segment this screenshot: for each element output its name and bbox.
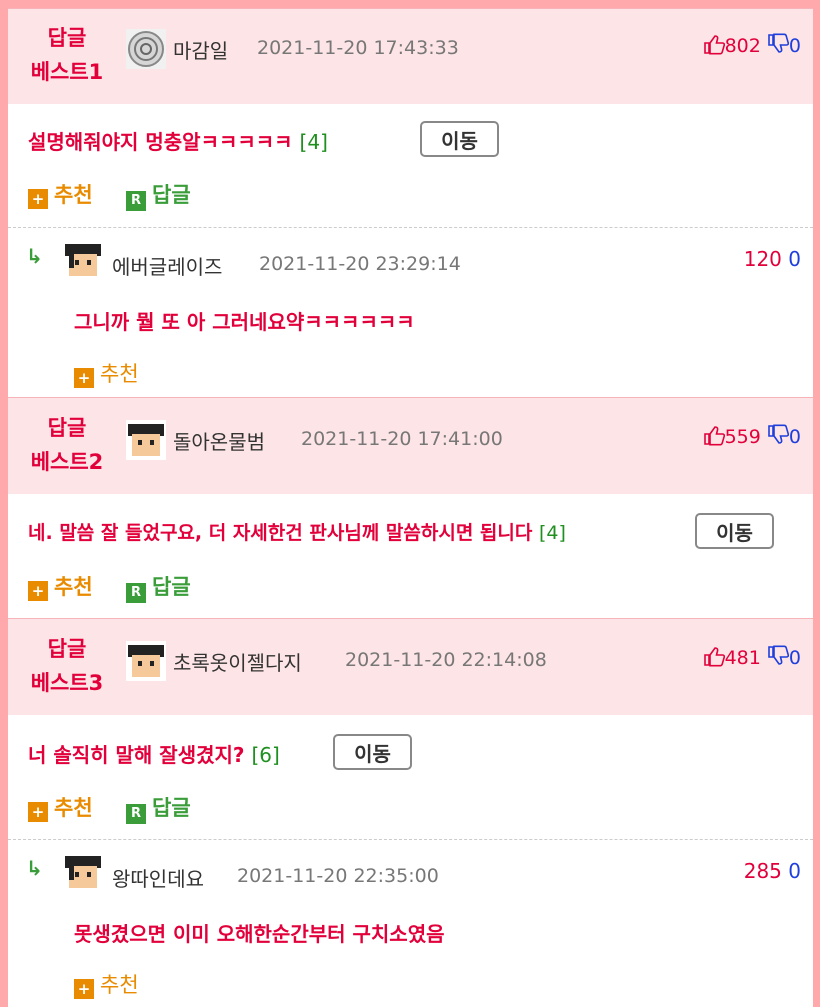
thumb-up-icon[interactable] [703, 645, 725, 667]
divider [8, 839, 813, 840]
thumb-down-icon[interactable] [767, 33, 789, 55]
best3-header: 답글 베스트3 초록옷이젤다지 2021-11-20 22:14:08 481 … [8, 618, 813, 715]
best2-comment: 네. 말씀 잘 들었구요, 더 자세한건 판사님께 말씀하시면 됩니다 [4] [28, 518, 566, 545]
best1-reply-count[interactable]: [4] [300, 130, 328, 154]
pixel-avatar[interactable] [126, 420, 166, 460]
best3-label-line2: 베스트3 [30, 671, 104, 695]
best1-comment: 설명해줘야지 멍충알ㅋㅋㅋㅋㅋ [4] [28, 126, 328, 155]
thumb-down-icon[interactable] [767, 645, 789, 667]
best2-up-count: 559 [724, 426, 761, 448]
reply-badge-icon: R [126, 191, 146, 211]
best3-reply-button[interactable]: R 답글 [126, 792, 191, 824]
best1-label-line1: 답글 [47, 26, 87, 50]
best2-label-line1: 답글 [47, 416, 87, 440]
reply-arrow-icon: ↳ [26, 856, 43, 880]
best3-label-line1: 답글 [47, 637, 87, 661]
best2-recommend-label: 추천 [54, 575, 93, 599]
best3-nickname[interactable]: 초록옷이젤다지 [173, 647, 302, 676]
thumb-down-icon[interactable] [767, 424, 789, 446]
best3-move-button[interactable]: 이동 [333, 734, 412, 770]
plus-square-icon: + [28, 581, 48, 601]
pixel-avatar[interactable] [63, 240, 103, 280]
best1-reply-votes: 120 0 [744, 247, 801, 271]
best1-reply-date: 2021-11-20 23:29:14 [259, 253, 461, 275]
best1-reply-text: 그니까 뭘 또 아 그러네요약ㅋㅋㅋㅋㅋㅋ [74, 310, 415, 334]
best1-label-line2: 베스트1 [30, 60, 104, 84]
best2-comment-text: 네. 말씀 잘 들었구요, 더 자세한건 판사님께 말씀하시면 됩니다 [28, 522, 533, 544]
plus-square-icon: + [74, 979, 94, 999]
best1-reply-recommend-label: 추천 [100, 362, 139, 386]
best1-header: 답글 베스트1 마감일 2021-11-20 17:43:33 802 0 [8, 8, 813, 104]
plus-square-icon: + [74, 368, 94, 388]
best2-move-button[interactable]: 이동 [695, 513, 774, 549]
best2-votes: 559 0 [703, 424, 801, 448]
thumb-up-icon[interactable] [703, 33, 725, 55]
best3-reply-recommend-button[interactable]: + 추천 [74, 969, 139, 999]
best1-reply-down-count[interactable]: 0 [788, 247, 801, 271]
best1-up-count: 802 [724, 35, 761, 57]
best3-down-count: 0 [788, 647, 801, 669]
best3-reply-up-count[interactable]: 285 [744, 859, 782, 883]
best3-reply-nickname[interactable]: 왕따인데요 [112, 863, 204, 892]
best3-reply-count[interactable]: [6] [251, 743, 279, 767]
plus-square-icon: + [28, 802, 48, 822]
best2-reply-label: 답글 [152, 575, 191, 599]
best2-reply-button[interactable]: R 답글 [126, 571, 191, 603]
pixel-avatar[interactable] [126, 641, 166, 681]
best3-up-count: 481 [724, 647, 761, 669]
best1-move-button[interactable]: 이동 [420, 121, 499, 157]
best3-comment-text: 너 솔직히 말해 잘생겼지? [28, 743, 245, 767]
best1-down-count: 0 [788, 35, 801, 57]
best3-comment: 너 솔직히 말해 잘생겼지? [6] [28, 739, 280, 768]
best1-reply-recommend-button[interactable]: + 추천 [74, 358, 139, 388]
reply-badge-icon: R [126, 804, 146, 824]
best1-date: 2021-11-20 17:43:33 [257, 37, 459, 59]
best2-header: 답글 베스트2 돌아온물범 2021-11-20 17:41:00 559 0 [8, 397, 813, 494]
best3-recommend-label: 추천 [54, 796, 93, 820]
best-comments-panel: 답글 베스트1 마감일 2021-11-20 17:43:33 802 0 설명… [8, 8, 813, 1007]
best3-reply-text: 못생겼으면 이미 오해한순간부터 구치소였음 [74, 922, 445, 946]
best1-reply-label: 답글 [152, 183, 191, 207]
best1-reply-nickname[interactable]: 에버글레이즈 [112, 251, 222, 280]
best2-recommend-button[interactable]: + 추천 [28, 571, 93, 601]
best3-recommend-button[interactable]: + 추천 [28, 792, 93, 822]
best2-nickname[interactable]: 돌아온물범 [173, 426, 265, 455]
best3-reply-votes: 285 0 [744, 859, 801, 883]
thumb-up-icon[interactable] [703, 424, 725, 446]
best2-reply-count[interactable]: [4] [539, 522, 566, 544]
best1-recommend-button[interactable]: + 추천 [28, 179, 93, 209]
reply-badge-icon: R [126, 583, 146, 603]
best3-date: 2021-11-20 22:14:08 [345, 649, 547, 671]
plus-square-icon: + [28, 189, 48, 209]
reply-arrow-icon: ↳ [26, 244, 43, 268]
best3-votes: 481 0 [703, 645, 801, 669]
best2-down-count: 0 [788, 426, 801, 448]
best3-reply-down-count[interactable]: 0 [788, 859, 801, 883]
best1-reply-up-count[interactable]: 120 [744, 247, 782, 271]
best2-date: 2021-11-20 17:41:00 [301, 428, 503, 450]
best3-reply-recommend-label: 추천 [100, 973, 139, 997]
best1-reply-button[interactable]: R 답글 [126, 179, 191, 211]
best1-recommend-label: 추천 [54, 183, 93, 207]
best3-reply-date: 2021-11-20 22:35:00 [237, 865, 439, 887]
best1-votes: 802 0 [703, 33, 801, 57]
spiral-avatar[interactable] [126, 29, 166, 69]
best3-reply-label: 답글 [152, 796, 191, 820]
best1-comment-text: 설명해줘야지 멍충알ㅋㅋㅋㅋㅋ [28, 130, 293, 154]
divider [8, 227, 813, 228]
best1-nickname[interactable]: 마감일 [173, 35, 228, 64]
pixel-avatar[interactable] [63, 852, 103, 892]
best2-label-line2: 베스트2 [30, 450, 104, 474]
